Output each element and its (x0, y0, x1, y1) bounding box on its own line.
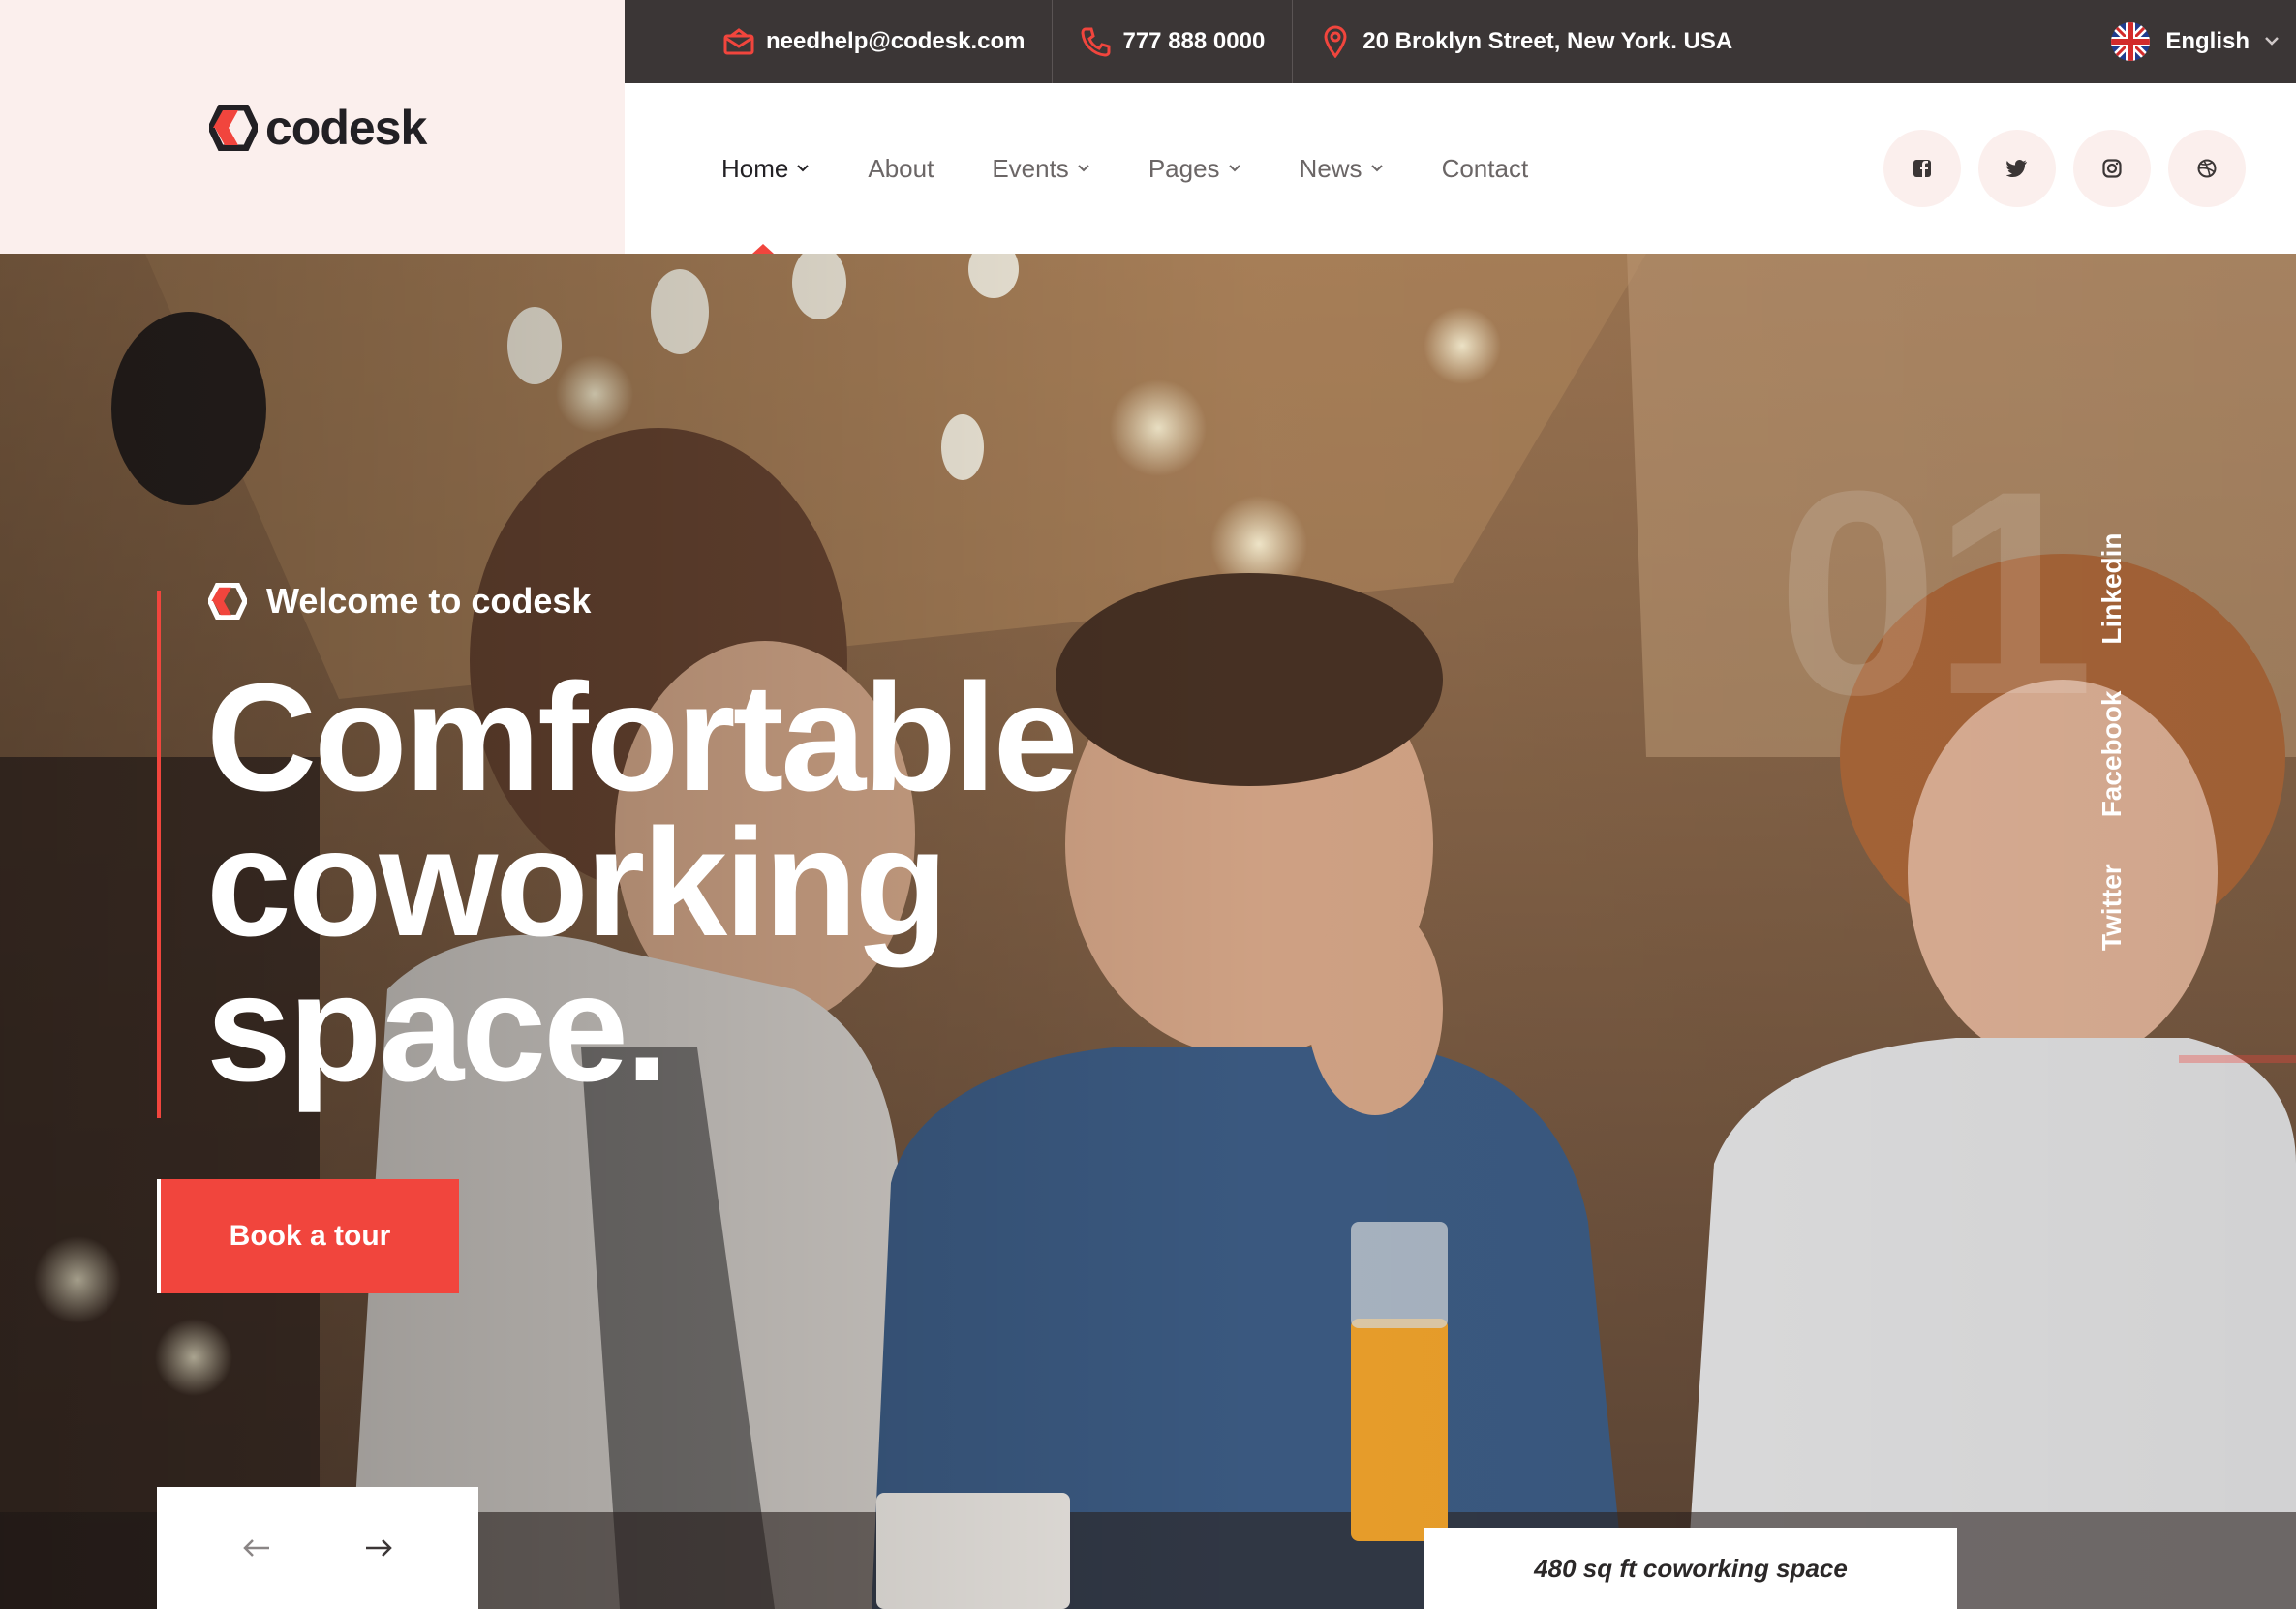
main-navbar: Home About Events Pages News Contact (625, 83, 2296, 254)
headline-line: Comfortable (206, 653, 1079, 823)
headline-line: coworking (206, 798, 948, 968)
language-label: English (2165, 28, 2250, 54)
chevron-down-icon (2265, 37, 2279, 46)
dribbble-icon (2197, 159, 2217, 178)
nav-item-news[interactable]: News (1300, 154, 1384, 184)
instagram-button[interactable] (2073, 130, 2151, 207)
welcome-tagline: Welcome to codesk (208, 581, 591, 622)
chevron-down-icon (797, 165, 810, 172)
nav-menu: Home About Events Pages News Contact (721, 83, 1528, 254)
phone-icon (1080, 26, 1111, 57)
hero-slider: 01 Welcome to codesk Comfortable coworki… (0, 254, 2296, 1609)
welcome-text: Welcome to codesk (266, 581, 592, 621)
vertical-social-links: Twitter Facebook Linkedin (2097, 532, 2128, 951)
facebook-button[interactable] (1883, 130, 1961, 207)
accent-line (157, 591, 161, 1118)
nav-item-pages[interactable]: Pages (1148, 154, 1241, 184)
nav-label: About (868, 153, 934, 183)
hexagon-logo-icon (208, 583, 247, 620)
active-nav-indicator (752, 244, 774, 254)
language-selector[interactable]: English (2084, 0, 2296, 83)
twitter-button[interactable] (1978, 130, 2056, 207)
email-contact[interactable]: needhelp@codesk.com (625, 0, 1052, 83)
facebook-link[interactable]: Facebook (2097, 691, 2128, 818)
linkedin-link[interactable]: Linkedin (2097, 532, 2128, 644)
hexagon-logo-icon (209, 105, 258, 151)
nav-item-events[interactable]: Events (992, 154, 1090, 184)
dribbble-button[interactable] (2168, 130, 2246, 207)
book-tour-button[interactable]: Book a tour (157, 1179, 459, 1293)
arrow-left-icon (243, 1539, 269, 1557)
map-pin-icon (1320, 25, 1351, 58)
nav-item-contact[interactable]: Contact (1442, 154, 1529, 184)
instagram-icon (2102, 159, 2122, 178)
chevron-down-icon (1078, 165, 1089, 172)
social-links (1883, 130, 2246, 207)
side-decor-bar (2179, 1055, 2296, 1063)
brand-name: codesk (265, 101, 427, 155)
phone-text: 777 888 0000 (1122, 28, 1266, 54)
nav-item-about[interactable]: About (868, 154, 934, 184)
chevron-down-icon (1228, 165, 1240, 172)
nav-label: Events (992, 153, 1069, 183)
chevron-down-icon (1370, 165, 1383, 172)
nav-label: News (1299, 153, 1362, 183)
headline-line: space. (206, 943, 668, 1113)
site-logo[interactable]: codesk (209, 97, 427, 159)
top-contact-bar: needhelp@codesk.com 777 888 0000 20 Brok… (625, 0, 2296, 83)
logo-panel: codesk (0, 0, 625, 254)
uk-flag-icon (2111, 22, 2151, 61)
slide-caption: 480 sq ft coworking space (1424, 1528, 1957, 1609)
email-text: needhelp@codesk.com (766, 28, 1026, 54)
twitter-icon (2006, 160, 2027, 177)
address-text: 20 Broklyn Street, New York. USA (1362, 28, 1733, 54)
phone-contact[interactable]: 777 888 0000 (1053, 0, 1292, 83)
envelope-icon (723, 26, 754, 57)
nav-label: Home (721, 153, 789, 183)
facebook-icon (1913, 160, 1931, 177)
prev-slide-button[interactable] (232, 1529, 281, 1567)
next-slide-button[interactable] (354, 1529, 403, 1567)
arrow-right-icon (366, 1539, 392, 1557)
address-contact: 20 Broklyn Street, New York. USA (1293, 0, 1760, 83)
slider-arrows (157, 1487, 478, 1609)
twitter-link[interactable]: Twitter (2097, 864, 2128, 951)
nav-label: Pages (1148, 153, 1220, 183)
nav-label: Contact (1441, 153, 1529, 183)
slide-number: 01 (1777, 430, 2095, 755)
nav-item-home[interactable]: Home (721, 154, 810, 184)
hero-headline: Comfortable coworking space. (206, 653, 1368, 1113)
